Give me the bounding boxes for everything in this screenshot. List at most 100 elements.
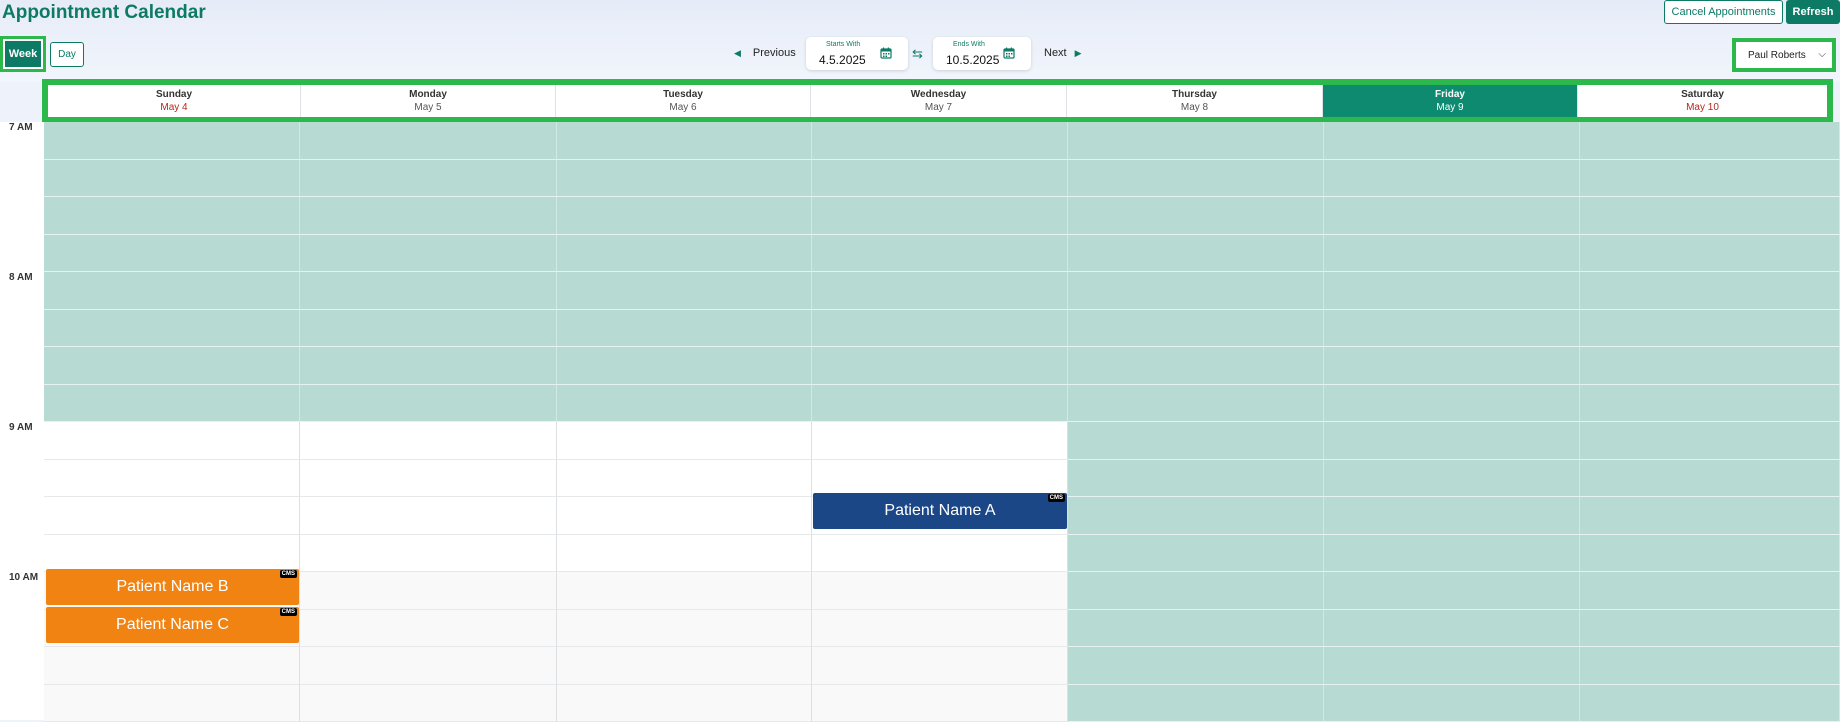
time-slot[interactable] bbox=[1580, 422, 1840, 460]
time-slot[interactable] bbox=[1068, 422, 1324, 460]
day-header-saturday[interactable]: Saturday May 10 bbox=[1578, 85, 1827, 117]
time-slot[interactable] bbox=[44, 272, 300, 310]
end-date-field[interactable]: Ends With 10.5.2025 bbox=[933, 37, 1031, 70]
time-slot[interactable] bbox=[1068, 385, 1324, 423]
start-date-field[interactable]: Starts With 4.5.2025 bbox=[806, 37, 908, 70]
provider-dropdown[interactable]: Paul Roberts ⌵ bbox=[1732, 38, 1836, 72]
time-slot[interactable] bbox=[44, 122, 300, 160]
day-header-thursday[interactable]: Thursday May 8 bbox=[1067, 85, 1323, 117]
time-slot[interactable] bbox=[1324, 610, 1580, 648]
time-slot[interactable] bbox=[1324, 235, 1580, 273]
time-slot[interactable] bbox=[1068, 572, 1324, 610]
time-slot[interactable] bbox=[1580, 610, 1840, 648]
time-slot[interactable] bbox=[44, 160, 300, 198]
time-slot[interactable] bbox=[300, 160, 557, 198]
time-slot[interactable] bbox=[812, 310, 1068, 348]
time-slot[interactable] bbox=[1068, 197, 1324, 235]
time-slot[interactable] bbox=[1068, 272, 1324, 310]
time-slot[interactable] bbox=[300, 610, 557, 648]
time-slot[interactable] bbox=[1068, 497, 1324, 535]
time-slot[interactable] bbox=[300, 685, 557, 722]
time-slot[interactable] bbox=[1324, 460, 1580, 498]
time-slot[interactable] bbox=[1324, 197, 1580, 235]
time-slot[interactable] bbox=[1580, 497, 1840, 535]
time-slot[interactable] bbox=[1580, 385, 1840, 423]
time-slot[interactable] bbox=[1580, 685, 1840, 722]
day-header-monday[interactable]: Monday May 5 bbox=[301, 85, 556, 117]
time-slot[interactable] bbox=[557, 197, 812, 235]
time-slot[interactable] bbox=[44, 535, 300, 573]
time-slot[interactable] bbox=[1580, 647, 1840, 685]
time-slot[interactable] bbox=[1068, 160, 1324, 198]
day-header-sunday[interactable]: Sunday May 4 bbox=[48, 85, 301, 117]
time-slot[interactable] bbox=[44, 422, 300, 460]
day-header-tuesday[interactable]: Tuesday May 6 bbox=[556, 85, 811, 117]
time-slot[interactable] bbox=[1580, 122, 1840, 160]
time-slot[interactable] bbox=[1580, 460, 1840, 498]
time-slot[interactable] bbox=[1324, 160, 1580, 198]
time-slot[interactable] bbox=[557, 422, 812, 460]
appointment-card[interactable]: Patient Name A CMS bbox=[813, 493, 1067, 529]
time-slot[interactable] bbox=[300, 310, 557, 348]
time-slot[interactable] bbox=[1068, 235, 1324, 273]
refresh-button[interactable]: Refresh bbox=[1786, 0, 1840, 24]
time-slot[interactable] bbox=[812, 422, 1068, 460]
time-slot[interactable] bbox=[812, 235, 1068, 273]
time-slot[interactable] bbox=[557, 235, 812, 273]
time-slot[interactable] bbox=[1068, 535, 1324, 573]
time-slot[interactable] bbox=[557, 610, 812, 648]
time-slot[interactable] bbox=[44, 460, 300, 498]
day-header-wednesday[interactable]: Wednesday May 7 bbox=[811, 85, 1067, 117]
time-slot[interactable] bbox=[44, 310, 300, 348]
time-slot[interactable] bbox=[812, 572, 1068, 610]
time-slot[interactable] bbox=[44, 235, 300, 273]
time-slot[interactable] bbox=[1324, 535, 1580, 573]
time-slot[interactable] bbox=[557, 160, 812, 198]
time-slot[interactable] bbox=[557, 122, 812, 160]
time-slot[interactable] bbox=[557, 460, 812, 498]
time-slot[interactable] bbox=[1324, 347, 1580, 385]
time-slot[interactable] bbox=[812, 610, 1068, 648]
time-slot[interactable] bbox=[812, 647, 1068, 685]
time-slot[interactable] bbox=[557, 310, 812, 348]
time-slot[interactable] bbox=[44, 497, 300, 535]
time-slot[interactable] bbox=[1324, 685, 1580, 722]
time-slot[interactable] bbox=[557, 572, 812, 610]
time-slot[interactable] bbox=[812, 535, 1068, 573]
time-slot[interactable] bbox=[812, 460, 1068, 498]
time-slot[interactable] bbox=[812, 160, 1068, 198]
time-slot[interactable] bbox=[1324, 497, 1580, 535]
time-slot[interactable] bbox=[1068, 460, 1324, 498]
time-slot[interactable] bbox=[557, 685, 812, 722]
time-slot[interactable] bbox=[557, 272, 812, 310]
time-slot[interactable] bbox=[1580, 160, 1840, 198]
time-slot[interactable] bbox=[300, 535, 557, 573]
time-slot[interactable] bbox=[1068, 310, 1324, 348]
time-slot[interactable] bbox=[44, 347, 300, 385]
week-view-button[interactable]: Week bbox=[3, 39, 43, 69]
time-slot[interactable] bbox=[1580, 347, 1840, 385]
time-slot[interactable] bbox=[1324, 385, 1580, 423]
time-slot[interactable] bbox=[1324, 572, 1580, 610]
time-slot[interactable] bbox=[300, 272, 557, 310]
time-slot[interactable] bbox=[1068, 347, 1324, 385]
time-slot[interactable] bbox=[44, 385, 300, 423]
time-slot[interactable] bbox=[812, 385, 1068, 423]
day-view-button[interactable]: Day bbox=[50, 42, 84, 67]
time-slot[interactable] bbox=[1580, 235, 1840, 273]
time-slot[interactable] bbox=[1068, 685, 1324, 722]
time-slot[interactable] bbox=[44, 197, 300, 235]
time-slot[interactable] bbox=[1324, 122, 1580, 160]
time-slot[interactable] bbox=[557, 347, 812, 385]
time-slot[interactable] bbox=[300, 122, 557, 160]
time-slot[interactable] bbox=[300, 347, 557, 385]
time-slot[interactable] bbox=[1580, 535, 1840, 573]
calendar-icon[interactable] bbox=[1003, 47, 1015, 59]
calendar-icon[interactable] bbox=[880, 47, 892, 59]
time-slot[interactable] bbox=[812, 347, 1068, 385]
time-slot[interactable] bbox=[300, 197, 557, 235]
time-slot[interactable] bbox=[1324, 272, 1580, 310]
time-slot[interactable] bbox=[1068, 610, 1324, 648]
time-slot[interactable] bbox=[44, 685, 300, 722]
time-slot[interactable] bbox=[1580, 572, 1840, 610]
